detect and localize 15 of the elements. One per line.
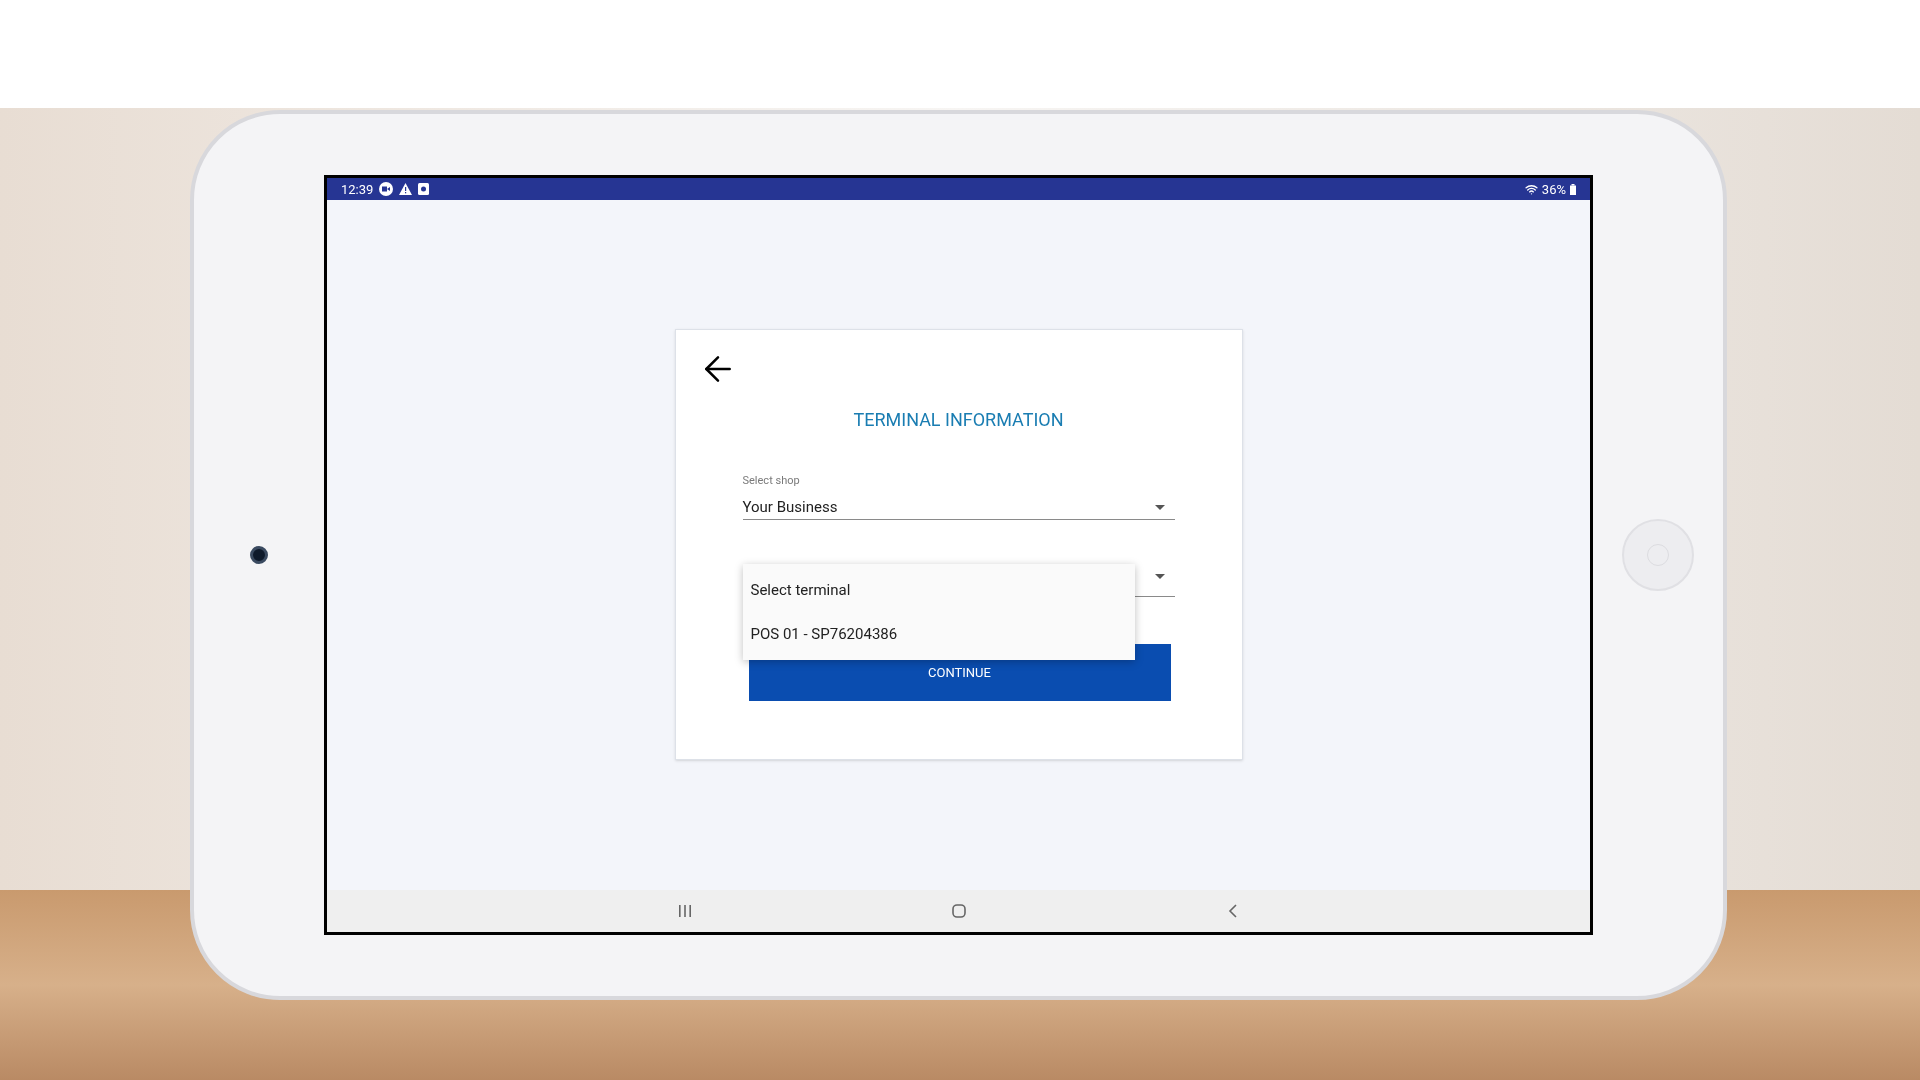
battery-icon	[1570, 183, 1576, 195]
battery-percent: 36%	[1541, 182, 1566, 196]
dropdown-caret-icon	[1154, 505, 1165, 510]
wifi-icon	[1524, 182, 1538, 196]
dropdown-caret-icon	[1154, 574, 1165, 579]
screen-title: TERMINAL INFORMATION	[853, 409, 1064, 431]
status-time: 12:39	[341, 182, 374, 196]
notification-app-icon	[418, 183, 430, 195]
terminal-option[interactable]: Select terminal	[742, 568, 1135, 612]
camera-lens-icon	[250, 546, 268, 564]
warning-icon	[399, 183, 413, 195]
video-call-icon	[379, 182, 394, 196]
home-icon[interactable]	[951, 904, 966, 918]
shop-select-field[interactable]: Select shop Your Business	[742, 474, 1175, 520]
recent-apps-icon[interactable]	[677, 904, 692, 918]
